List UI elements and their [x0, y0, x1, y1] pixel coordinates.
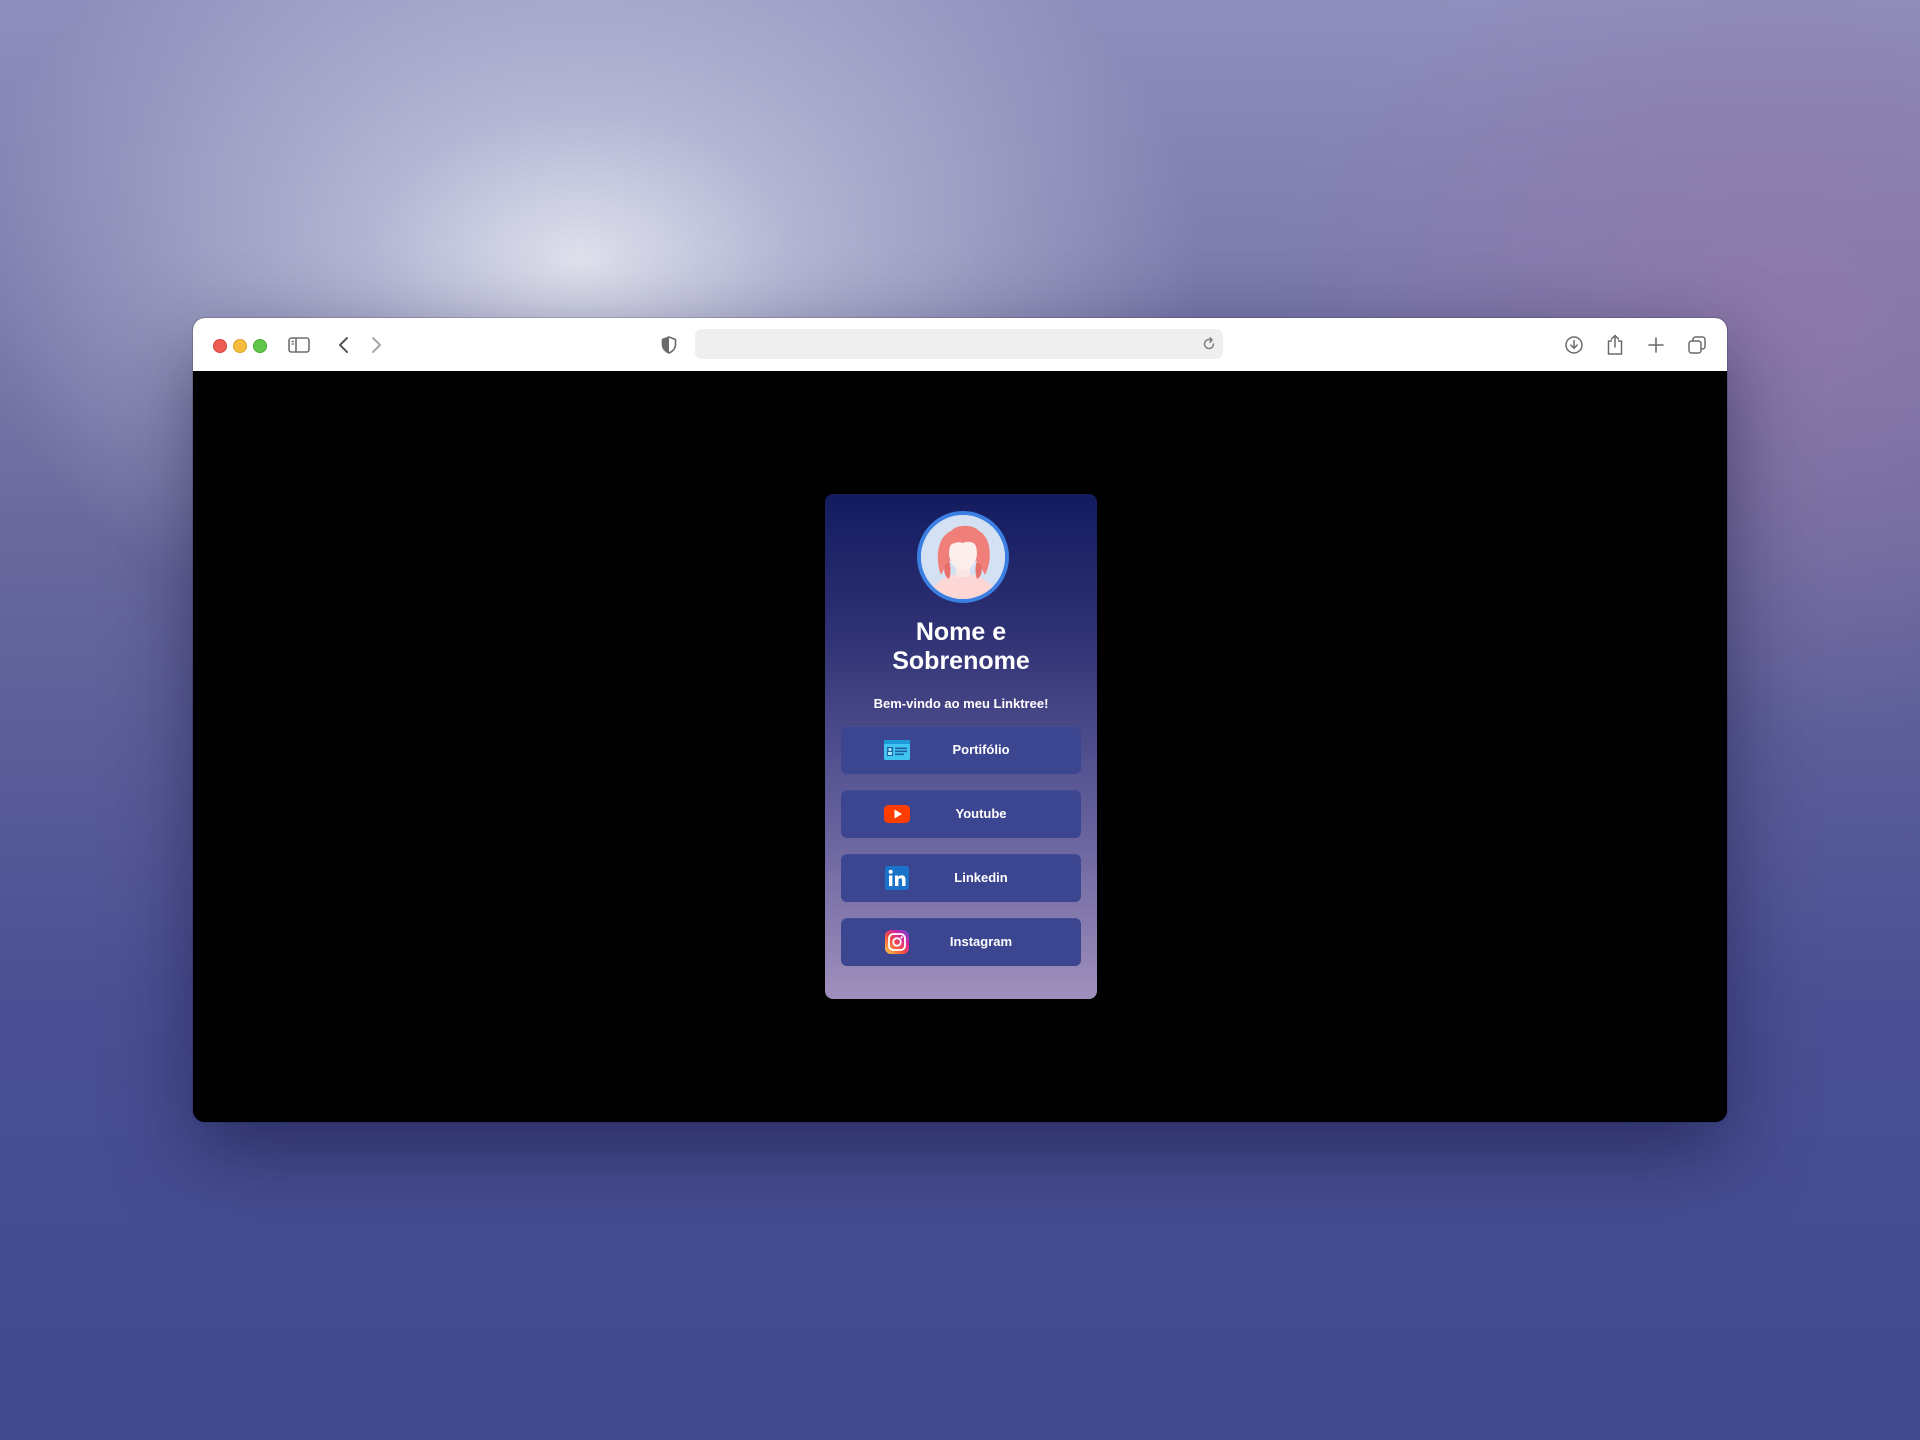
- minimize-window-button[interactable]: [233, 339, 247, 353]
- youtube-link-label: Youtube: [955, 806, 1007, 821]
- maximize-window-button[interactable]: [253, 339, 267, 353]
- chevron-left-icon[interactable]: [331, 332, 357, 358]
- instagram-icon: [884, 930, 910, 954]
- linkedin-icon: [884, 866, 910, 890]
- woman-avatar-icon: [917, 511, 1009, 603]
- tabs-overview-icon[interactable]: [1684, 332, 1710, 358]
- plus-icon[interactable]: [1643, 332, 1669, 358]
- profile-name-line1: Nome e: [915, 618, 1007, 646]
- profile-name-line2: Sobrenome: [892, 647, 1030, 675]
- profile-subtitle: Bem-vindo ao meu Linktree!: [873, 696, 1049, 711]
- download-icon[interactable]: [1561, 332, 1587, 358]
- sidebar-icon[interactable]: [286, 332, 312, 358]
- linktree-card: Nome e Sobrenome Bem-vindo ao meu Linktr…: [825, 494, 1097, 999]
- instagram-link-label: Instagram: [949, 934, 1013, 949]
- portfolio-link-button[interactable]: Portifólio: [841, 726, 1081, 774]
- instagram-link-button[interactable]: Instagram: [841, 918, 1081, 966]
- page-content: Nome e Sobrenome Bem-vindo ao meu Linktr…: [193, 371, 1727, 1122]
- profile-name: Nome e Sobrenome: [825, 618, 1097, 676]
- youtube-icon: [884, 802, 910, 826]
- share-icon[interactable]: [1602, 332, 1628, 358]
- browser-window: Nome e Sobrenome Bem-vindo ao meu Linktr…: [193, 318, 1727, 1122]
- youtube-link-button[interactable]: Youtube: [841, 790, 1081, 838]
- portfolio-link-label: Portifólio: [952, 742, 1010, 757]
- id-card-icon: [884, 738, 910, 762]
- chevron-right-icon[interactable]: [363, 332, 389, 358]
- close-window-button[interactable]: [213, 339, 227, 353]
- linkedin-link-label: Linkedin: [954, 870, 1008, 885]
- shield-icon[interactable]: [656, 332, 682, 358]
- browser-toolbar: [193, 318, 1727, 372]
- linkedin-link-button[interactable]: Linkedin: [841, 854, 1081, 902]
- address-bar[interactable]: [695, 329, 1223, 359]
- reload-icon[interactable]: [1201, 336, 1217, 352]
